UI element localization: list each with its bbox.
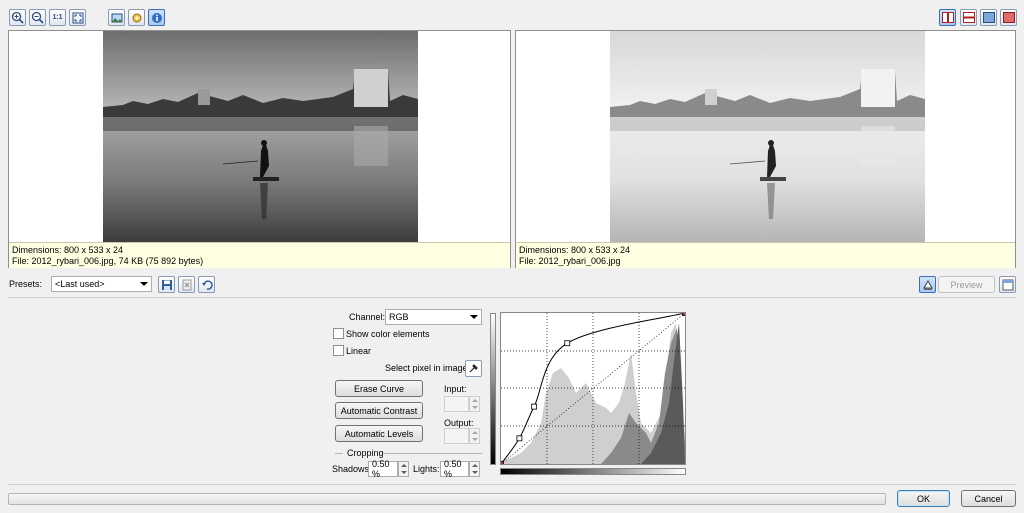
show-color-elements-checkbox[interactable] — [333, 328, 344, 339]
cancel-button[interactable]: Cancel — [961, 490, 1016, 507]
fit-to-window-icon — [72, 12, 83, 23]
single-view-button[interactable] — [980, 9, 997, 26]
original-view-icon — [1002, 12, 1015, 23]
zoom-out-icon — [31, 11, 44, 24]
cropping-divider-right — [383, 453, 482, 454]
linear-label: Linear — [346, 346, 372, 356]
erase-curve-button[interactable]: Erase Curve — [335, 380, 423, 397]
channel-label: Channel: — [349, 312, 386, 322]
curve-control-point[interactable] — [531, 403, 538, 410]
preview-file-info: File: 2012_rybari_006.jpg — [519, 256, 621, 266]
single-view-icon — [982, 12, 995, 23]
automatic-contrast-label: Automatic Contrast — [340, 405, 418, 416]
window-icon — [1002, 279, 1013, 290]
original-info-bar: Dimensions: 800 x 533 x 24 File: 2012_ry… — [9, 242, 510, 268]
original-image-panel[interactable]: Dimensions: 800 x 533 x 24 File: 2012_ry… — [8, 30, 511, 268]
actual-size-icon: 1:1 — [52, 14, 63, 21]
preview-button-label: Preview — [950, 279, 983, 290]
automatic-contrast-button[interactable]: Automatic Contrast — [335, 402, 423, 419]
erase-curve-label: Erase Curve — [353, 383, 405, 394]
split-vertical-icon — [941, 12, 954, 23]
original-image-area[interactable] — [9, 31, 510, 242]
divider-bottom — [8, 484, 1016, 485]
original-photo — [103, 31, 418, 242]
info-icon — [151, 12, 162, 23]
shadows-field[interactable]: 0.50 % — [368, 459, 398, 479]
delete-icon — [182, 279, 191, 290]
preview-photo — [610, 31, 925, 242]
image-icon — [111, 13, 122, 22]
info-button[interactable] — [148, 9, 165, 26]
output-gradient-bar — [490, 313, 496, 465]
eyedropper-button[interactable] — [465, 360, 482, 377]
original-dimensions: Dimensions: 800 x 533 x 24 — [12, 245, 124, 255]
delete-preset-button[interactable] — [178, 276, 195, 293]
presets-value: <Last used> — [55, 279, 105, 289]
settings-button[interactable] — [128, 9, 145, 26]
preview-image-panel[interactable]: Dimensions: 800 x 533 x 24 File: 2012_ry… — [515, 30, 1016, 268]
settings-icon — [132, 13, 141, 22]
curve-control-point[interactable] — [564, 340, 571, 347]
lights-value: 0.50 % — [444, 459, 462, 479]
save-icon — [161, 279, 172, 290]
linear-checkbox[interactable] — [333, 345, 344, 356]
preview-image-area[interactable] — [516, 31, 1015, 242]
cropping-label: Cropping — [347, 448, 384, 458]
preview-button[interactable]: Preview — [938, 276, 995, 293]
input-field[interactable] — [444, 396, 469, 412]
split-vertical-button[interactable] — [939, 9, 956, 26]
zoom-out-button[interactable] — [29, 9, 46, 26]
eyedropper-icon — [469, 364, 478, 373]
undo-icon — [201, 279, 213, 290]
curve-control-point[interactable] — [498, 461, 504, 467]
progress-bar — [8, 493, 886, 505]
automatic-levels-button[interactable]: Automatic Levels — [335, 425, 423, 442]
input-spinner[interactable] — [469, 396, 480, 412]
shadows-value: 0.50 % — [372, 459, 390, 479]
curve-canvas[interactable] — [498, 310, 688, 467]
reset-preset-button[interactable] — [198, 276, 215, 293]
curve-control-point[interactable] — [682, 310, 688, 316]
channel-select[interactable]: RGB — [385, 309, 482, 325]
curve-graph[interactable] — [498, 310, 688, 467]
lights-label: Lights: — [413, 464, 440, 474]
image-button[interactable] — [108, 9, 125, 26]
input-gradient-bar — [500, 468, 686, 475]
lights-spinner[interactable] — [469, 461, 480, 477]
preview-dimensions: Dimensions: 800 x 533 x 24 — [519, 245, 631, 255]
presets-select[interactable]: <Last used> — [51, 276, 152, 292]
lights-field[interactable]: 0.50 % — [440, 459, 469, 479]
curve-control-point[interactable] — [516, 435, 523, 442]
shadows-spinner[interactable] — [398, 461, 409, 477]
original-view-button[interactable] — [1000, 9, 1017, 26]
input-label: Input: — [444, 384, 467, 394]
output-field[interactable] — [444, 428, 469, 444]
presets-label: Presets: — [9, 279, 43, 289]
preview-info-bar: Dimensions: 800 x 533 x 24 File: 2012_ry… — [516, 242, 1015, 268]
save-preset-button[interactable] — [158, 276, 175, 293]
shadows-label: Shadows: — [332, 464, 372, 474]
split-horizontal-button[interactable] — [960, 9, 977, 26]
actual-size-button[interactable]: 1:1 — [49, 9, 66, 26]
ok-button[interactable]: OK — [897, 490, 950, 507]
select-pixel-label: Select pixel in image: — [385, 363, 471, 373]
show-color-elements-label: Show color elements — [346, 329, 430, 339]
chevron-down-icon — [140, 282, 148, 286]
original-file-info: File: 2012_rybari_006.jpg, 74 KB (75 892… — [12, 256, 204, 266]
zoom-in-icon — [11, 11, 24, 24]
chevron-down-icon — [470, 315, 478, 319]
output-spinner[interactable] — [469, 428, 480, 444]
auto-preview-toggle[interactable] — [919, 276, 936, 293]
channel-value: RGB — [389, 312, 409, 322]
zoom-in-button[interactable] — [9, 9, 26, 26]
automatic-levels-label: Automatic Levels — [344, 428, 414, 439]
ok-label: OK — [916, 493, 930, 504]
divider-top — [8, 297, 1016, 298]
cancel-label: Cancel — [974, 493, 1003, 504]
print-preview-icon — [922, 279, 933, 290]
split-horizontal-icon — [962, 12, 975, 23]
preview-window-button[interactable] — [999, 276, 1016, 293]
cropping-divider-left — [335, 453, 343, 454]
fit-to-window-button[interactable] — [69, 9, 86, 26]
